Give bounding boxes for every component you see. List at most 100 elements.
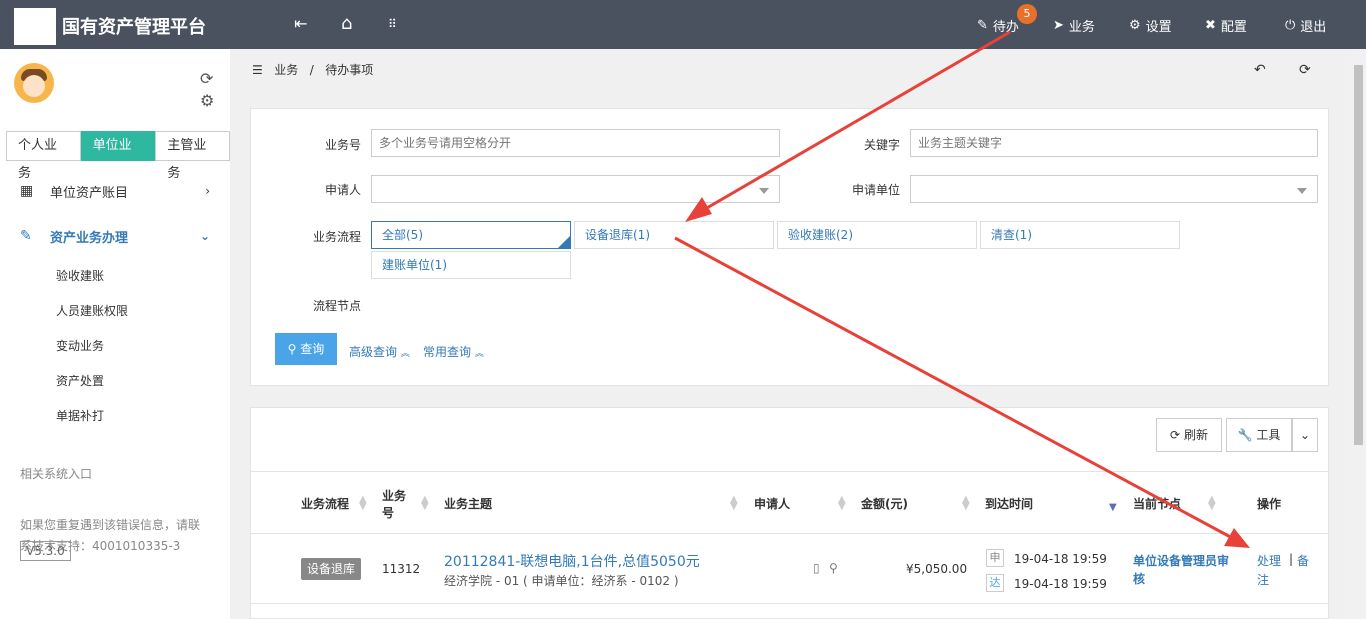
note-link-line1[interactable]: 备 <box>1297 552 1309 569</box>
th-applicant[interactable]: 申请人 <box>754 495 790 512</box>
nav-config[interactable]: ✖ 配置 <box>1205 16 1247 35</box>
paper-plane-icon: ➤ <box>1053 18 1064 33</box>
flow-option-all[interactable]: 全部(5) <box>371 221 571 249</box>
mobile-icon[interactable]: ▯ <box>813 561 820 575</box>
sort-icon[interactable]: ▲ ▼ <box>962 495 970 512</box>
sidebar-item-unit-account[interactable]: ▦ 单位资产账目 › <box>0 171 230 211</box>
nav-business[interactable]: ➤ 业务 <box>1053 16 1095 35</box>
th-no-line2[interactable]: 号 <box>382 504 394 521</box>
sort-icon[interactable]: ▲ ▼ <box>359 495 367 512</box>
tab-supervisor-business[interactable]: 主管业务 <box>155 131 231 181</box>
top-bar: 国有资产管理平台 ⇤ ⌂ ⠿ ✎ 待办 5 ➤ 业务 ⚙ 设置 ✖ 配置 ⏻ 退… <box>0 0 1366 49</box>
avatar[interactable] <box>14 63 54 103</box>
page-scrollbar[interactable] <box>1351 49 1366 619</box>
tab-unit-business[interactable]: 单位业务 <box>80 131 156 181</box>
nav-pending-label: 待办 <box>992 20 1019 35</box>
chevron-down-icon: ⌄ <box>199 229 210 243</box>
nav-pending[interactable]: ✎ 待办 <box>977 16 1019 35</box>
sidebar-item-label: 资产业务办理 <box>50 230 129 246</box>
back-icon[interactable]: ↶ <box>1254 62 1266 78</box>
th-flow[interactable]: 业务流程 <box>301 495 349 512</box>
collapse-sidebar-icon[interactable]: ⇤ <box>294 14 307 34</box>
th-no-line1[interactable]: 业务 <box>382 487 406 504</box>
tools-dropdown-button[interactable]: ⌄ <box>1292 418 1318 452</box>
sort-desc-icon[interactable]: ▼ <box>1109 502 1117 513</box>
cell-apply-time: 19-04-18 19:59 <box>1014 552 1107 566</box>
business-no-input[interactable] <box>371 129 780 157</box>
node-label: 流程节点 <box>312 299 361 313</box>
nav-config-label: 配置 <box>1220 20 1247 35</box>
chevron-down-icon: ⌄ <box>1299 428 1311 442</box>
refresh-page-icon[interactable]: ⟳ <box>1299 62 1311 78</box>
error-note-line1: 如果您重复遇到该错误信息，请联 <box>20 518 201 532</box>
query-button-label: 查询 <box>300 342 325 356</box>
double-chevron-up-icon: ︽ <box>474 349 484 359</box>
keyword-input[interactable] <box>910 129 1318 157</box>
breadcrumb-root[interactable]: 业务 <box>274 63 298 77</box>
sync-icon[interactable]: ⟳ <box>200 69 213 88</box>
wrench-icon: 🔧 <box>1237 428 1253 442</box>
refresh-icon: ⟳ <box>1170 428 1181 442</box>
pending-count-badge: 5 <box>1017 4 1037 24</box>
search-icon: ⚲ <box>287 342 297 356</box>
sidebar-item-label: 单位资产账目 <box>50 185 129 201</box>
th-arrival[interactable]: 到达时间 <box>985 495 1033 512</box>
unit-select[interactable] <box>910 175 1318 203</box>
table-row-divider <box>251 603 1328 604</box>
process-link[interactable]: 处理 <box>1257 552 1281 569</box>
tools-button[interactable]: 🔧 工具 <box>1226 418 1292 452</box>
menu-icon[interactable]: ☰ <box>252 63 263 77</box>
common-query-link[interactable]: 常用查询 ︽ <box>423 343 484 360</box>
submenu-asset-disposal[interactable]: 资产处置 <box>56 372 104 389</box>
sort-icon[interactable]: ▲ ▼ <box>838 495 846 512</box>
tab-personal-business[interactable]: 个人业务 <box>6 131 81 181</box>
keyword-label: 关键字 <box>863 138 900 152</box>
grid-dots-icon[interactable]: ⠿ <box>388 14 397 34</box>
breadcrumb-current: 待办事项 <box>325 63 374 77</box>
scrollbar-thumb[interactable] <box>1354 65 1363 445</box>
action-separator: | <box>1289 552 1294 566</box>
sidebar: ⟳ ⚙ 个人业务 单位业务 主管业务 ▦ 单位资产账目 › ✎ 资产业务办理 ⌄… <box>0 49 231 619</box>
version-badge: V5.3.0 <box>20 541 71 561</box>
gear-icon: ⚙ <box>1129 18 1141 33</box>
advanced-query-link[interactable]: 高级查询 ︽ <box>349 343 410 360</box>
nav-settings-label: 设置 <box>1145 20 1172 35</box>
home-icon[interactable]: ⌂ <box>341 14 352 34</box>
submenu-acceptance[interactable]: 验收建账 <box>56 267 104 284</box>
query-button[interactable]: ⚲ 查询 <box>275 333 337 365</box>
flow-option-account-unit[interactable]: 建账单位(1) <box>371 251 571 279</box>
cell-subject-link[interactable]: 20112841-联想电脑,1台件,总值5050元 <box>444 551 700 571</box>
sidebar-tabs: 个人业务 单位业务 主管业务 <box>6 131 231 181</box>
nav-logout[interactable]: ⏻ 退出 <box>1285 16 1326 35</box>
th-node[interactable]: 当前节点 <box>1133 495 1181 512</box>
gear-outline-icon[interactable]: ⚙ <box>200 91 214 110</box>
note-link-line2[interactable]: 注 <box>1257 571 1269 588</box>
sort-icon[interactable]: ▲ ▼ <box>1208 495 1216 512</box>
nav-logout-label: 退出 <box>1300 20 1327 35</box>
grid-icon: ▦ <box>20 183 34 199</box>
submenu-account-permission[interactable]: 人员建账权限 <box>56 302 128 319</box>
common-query-label: 常用查询 <box>423 345 472 359</box>
flow-option-acceptance[interactable]: 验收建账(2) <box>777 221 977 249</box>
nav-settings[interactable]: ⚙ 设置 <box>1129 16 1172 35</box>
th-subject[interactable]: 业务主题 <box>444 495 492 512</box>
submenu-reprint[interactable]: 单据补打 <box>56 407 104 424</box>
th-amount[interactable]: 金额(元) <box>861 495 908 512</box>
edit-icon: ✎ <box>977 18 988 33</box>
search-icon[interactable]: ⚲ <box>829 561 838 575</box>
sidebar-item-asset-process[interactable]: ✎ 资产业务办理 ⌄ <box>0 216 230 256</box>
unit-label: 申请单位 <box>851 183 900 197</box>
submenu-change-business[interactable]: 变动业务 <box>56 337 104 354</box>
table-top-divider <box>251 471 1328 472</box>
sort-icon[interactable]: ▲ ▼ <box>730 495 738 512</box>
refresh-button[interactable]: ⟳ 刷新 <box>1156 418 1222 452</box>
th-action: 操作 <box>1257 497 1282 511</box>
related-systems-link[interactable]: 相关系统入口 <box>20 464 92 485</box>
flow-option-return[interactable]: 设备退库(1) <box>574 221 774 249</box>
table-header-divider <box>251 533 1328 534</box>
cell-arrive-time: 19-04-18 19:59 <box>1014 577 1107 591</box>
flow-option-inventory[interactable]: 清查(1) <box>980 221 1180 249</box>
applicant-select[interactable] <box>371 175 780 203</box>
sort-icon[interactable]: ▲ ▼ <box>421 495 429 512</box>
flow-tag: 设备退库 <box>301 558 361 580</box>
